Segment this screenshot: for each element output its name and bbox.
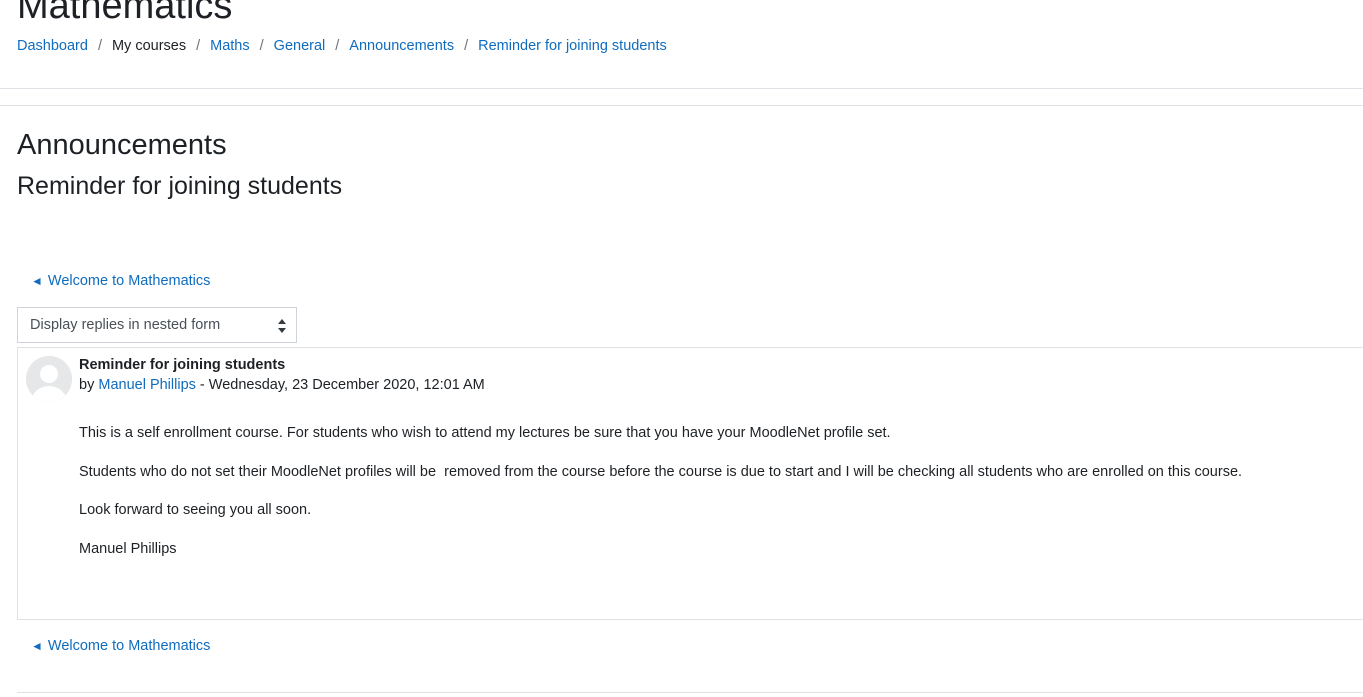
left-triangle-icon: ◄ <box>31 639 43 653</box>
breadcrumb-maths[interactable]: Maths <box>210 37 250 55</box>
post-subject: Reminder for joining students <box>79 357 286 373</box>
post-paragraph: Manuel Phillips <box>79 540 177 557</box>
post-paragraph: Students who do not set their MoodleNet … <box>79 463 1243 480</box>
prev-discussion-label: Welcome to Mathematics <box>47 638 211 654</box>
post-date: Wednesday, 23 December 2020, 12:01 AM <box>208 377 485 393</box>
post-paragraph: This is a self enrollment course. For st… <box>79 425 891 441</box>
breadcrumb: Dashboard / My courses / Maths / General… <box>17 37 667 55</box>
breadcrumb-my-courses: My courses <box>111 38 187 54</box>
forum-title: Announcements <box>17 129 227 161</box>
breadcrumb-separator: / <box>196 38 201 54</box>
footer-divider <box>17 692 1363 693</box>
display-mode-value: Display replies in nested form <box>30 317 221 333</box>
post-body: This is a self enrollment course. For st… <box>79 424 1242 578</box>
course-title: Mathematics <box>17 0 233 27</box>
avatar[interactable] <box>26 356 72 402</box>
user-silhouette-icon <box>26 356 72 402</box>
post-byline: by Manuel Phillips - Wednesday, 23 Decem… <box>79 377 485 393</box>
discussion-title: Reminder for joining students <box>17 172 343 200</box>
post-paragraph: Look forward to seeing you all soon. <box>79 502 312 518</box>
prev-discussion-label: Welcome to Mathematics <box>47 273 211 289</box>
breadcrumb-general[interactable]: General <box>274 37 326 55</box>
breadcrumb-dashboard[interactable]: Dashboard <box>17 37 88 55</box>
post-author-link[interactable]: Manuel Phillips <box>98 377 196 393</box>
date-separator: - <box>199 377 205 393</box>
prev-discussion-link-top[interactable]: ◄ Welcome to Mathematics <box>31 272 210 290</box>
breadcrumb-separator: / <box>464 38 469 54</box>
select-updown-icon <box>278 319 286 333</box>
forum-post: Reminder for joining students by Manuel … <box>17 347 1363 620</box>
left-triangle-icon: ◄ <box>31 274 43 288</box>
prev-discussion-link-bottom[interactable]: ◄ Welcome to Mathematics <box>31 637 210 655</box>
display-mode-select[interactable]: Display replies in nested form <box>17 307 297 343</box>
by-prefix: by <box>79 377 95 393</box>
page: Mathematics Dashboard / My courses / Mat… <box>0 0 1363 697</box>
header-divider <box>0 88 1363 89</box>
content-divider <box>0 105 1363 106</box>
breadcrumb-announcements[interactable]: Announcements <box>349 37 454 55</box>
breadcrumb-current[interactable]: Reminder for joining students <box>478 37 667 55</box>
breadcrumb-separator: / <box>97 38 102 54</box>
breadcrumb-separator: / <box>335 38 340 54</box>
breadcrumb-separator: / <box>259 38 264 54</box>
